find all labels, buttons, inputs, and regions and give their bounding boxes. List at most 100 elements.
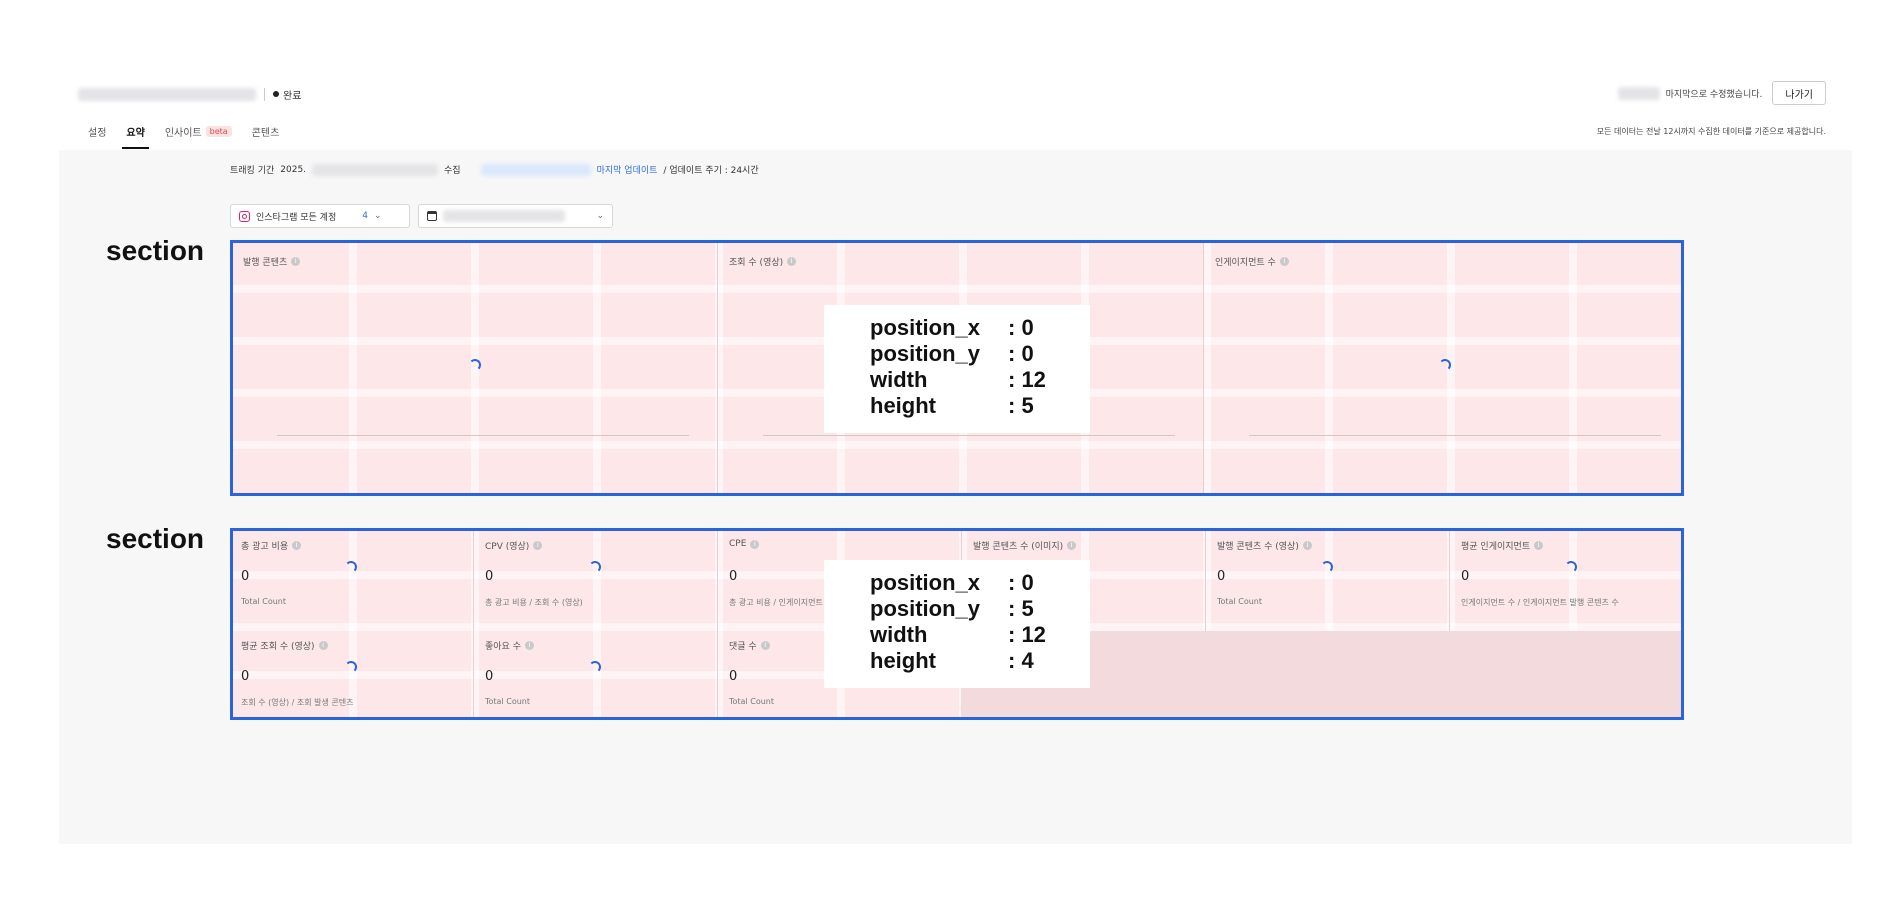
tracking-range-redacted xyxy=(312,163,439,176)
info-value: : 0 xyxy=(1008,570,1034,595)
status-dot-icon xyxy=(273,91,279,97)
tab-bar: 설정 요약 인사이트 beta 콘텐츠 xyxy=(78,120,289,149)
metric-title-text: 댓글 수 xyxy=(729,642,757,652)
card-title-text: 조회 수 (영상) xyxy=(729,258,784,268)
metric-subtext: Total Count xyxy=(1217,597,1262,606)
beta-badge: beta xyxy=(205,126,232,137)
filter-bar: 인스타그램 모든 계정 4 ⌄ ⌄ xyxy=(230,204,613,228)
card-divider xyxy=(717,243,718,493)
project-name-redacted xyxy=(78,87,256,101)
card-divider xyxy=(473,531,474,717)
calendar-icon xyxy=(427,211,437,221)
metric-title-text: 평균 조회 수 (영상) xyxy=(241,642,315,652)
info-icon[interactable]: i xyxy=(1279,257,1289,266)
info-value: : 5 xyxy=(1008,596,1034,621)
info-icon[interactable]: i xyxy=(318,641,328,650)
project-header: 완료 xyxy=(78,83,301,105)
header-actions: 마지막으로 수정했습니다. 나가기 xyxy=(1617,81,1826,105)
chart-baseline xyxy=(277,435,689,436)
metric-title-text: CPV (영상) xyxy=(485,542,530,552)
loading-spinner-icon xyxy=(589,661,601,673)
tab-insight[interactable]: 인사이트 beta xyxy=(155,120,242,149)
tab-label: 요약 xyxy=(126,128,145,139)
metric-title-ad-cost: 총 광고 비용 i xyxy=(241,539,302,552)
metric-title-avg-views: 평균 조회 수 (영상) i xyxy=(241,639,328,652)
info-value: : 0 xyxy=(1008,315,1034,340)
account-select[interactable]: 인스타그램 모든 계정 4 ⌄ xyxy=(230,204,410,228)
status-label: 완료 xyxy=(283,90,302,102)
update-time-redacted xyxy=(480,163,591,176)
account-select-label: 인스타그램 모든 계정 xyxy=(256,212,337,223)
info-value: : 0 xyxy=(1008,341,1034,366)
info-value: : 5 xyxy=(1008,393,1034,418)
info-icon[interactable]: i xyxy=(787,257,797,266)
status-indicator: 완료 xyxy=(273,87,301,102)
card-title-engagement: 인게이지먼트 수 i xyxy=(1215,255,1289,268)
last-modified-text: 마지막으로 수정했습니다. xyxy=(1665,89,1763,100)
layout-info-box-2: position_x: 0 position_y: 5 width: 12 he… xyxy=(824,560,1090,688)
info-key: width xyxy=(870,622,928,647)
chevron-down-icon: ⌄ xyxy=(373,211,382,221)
info-key: position_y xyxy=(870,341,981,366)
editor-name-redacted xyxy=(1617,86,1660,100)
metric-title-likes: 좋아요 수i xyxy=(485,639,534,652)
data-notice: 모든 데이터는 전날 12시까지 수집한 데이터를 기준으로 제공합니다. xyxy=(1596,127,1826,136)
grid-line xyxy=(233,441,1681,449)
metric-title-avg-engagement: 평균 인게이지먼트 i xyxy=(1461,539,1544,552)
info-icon[interactable]: i xyxy=(524,641,534,650)
update-cycle: / 업데이트 주기 : 24시간 xyxy=(663,166,759,176)
metric-subtext: 총 광고 비용 / 인게이지먼트 xyxy=(729,598,823,607)
card-title-text: 발행 콘텐츠 xyxy=(243,258,288,268)
metric-value: 0 xyxy=(241,569,250,584)
info-icon[interactable]: i xyxy=(1534,541,1544,550)
info-icon[interactable]: i xyxy=(533,541,543,550)
info-icon[interactable]: i xyxy=(760,641,770,650)
info-value: : 12 xyxy=(1008,367,1046,392)
tab-contents[interactable]: 콘텐츠 xyxy=(242,120,290,149)
info-icon[interactable]: i xyxy=(750,539,760,549)
loading-spinner-icon xyxy=(345,661,357,673)
instagram-icon xyxy=(239,210,250,222)
chart-baseline xyxy=(763,435,1175,436)
metric-value: 0 xyxy=(241,669,250,684)
tab-settings[interactable]: 설정 xyxy=(78,120,116,149)
metric-title-text: 평균 인게이지먼트 xyxy=(1461,542,1531,552)
metric-subtext: Total Count xyxy=(485,697,530,706)
info-icon[interactable]: i xyxy=(292,541,302,550)
tracking-collect: 수집 xyxy=(444,166,461,176)
metric-value: 0 xyxy=(1461,569,1470,584)
metric-title-text: 총 광고 비용 xyxy=(241,542,289,552)
exit-button[interactable]: 나가기 xyxy=(1772,81,1826,105)
metric-subtext: Total Count xyxy=(729,697,774,706)
grid-line xyxy=(1569,243,1577,493)
metric-title-comments: 댓글 수i xyxy=(729,639,770,652)
date-range-select[interactable]: ⌄ xyxy=(418,204,613,228)
tab-summary[interactable]: 요약 xyxy=(116,120,154,149)
loading-spinner-icon xyxy=(1439,359,1451,371)
grid-line xyxy=(593,243,601,493)
info-icon[interactable]: i xyxy=(1302,541,1312,550)
card-title-text: 인게이지먼트 수 xyxy=(1215,258,1276,268)
info-value: : 12 xyxy=(1008,622,1046,647)
card-divider xyxy=(717,531,718,717)
loading-spinner-icon xyxy=(469,359,481,371)
tab-label: 인사이트 xyxy=(164,128,202,139)
tab-label: 설정 xyxy=(88,128,107,139)
tracking-year: 2025. xyxy=(280,164,307,175)
info-icon[interactable]: i xyxy=(1067,541,1077,550)
tracking-label: 트래킹 기간 xyxy=(230,166,275,176)
date-range-redacted xyxy=(443,210,565,222)
metric-title-published-image: 발행 콘텐츠 수 (이미지) i xyxy=(973,539,1077,552)
page: { "header": { "status_label": "완료", "las… xyxy=(0,0,1904,907)
card-title-published: 발행 콘텐츠 i xyxy=(243,255,301,268)
info-key: height xyxy=(870,393,936,418)
info-value: : 4 xyxy=(1008,648,1034,673)
metric-title-text: CPE xyxy=(729,539,747,549)
loading-spinner-icon xyxy=(1565,561,1577,573)
card-title-views: 조회 수 (영상) i xyxy=(729,255,797,268)
loading-spinner-icon xyxy=(345,561,357,573)
metric-title-text: 발행 콘텐츠 수 (영상) xyxy=(1217,542,1299,552)
info-icon[interactable]: i xyxy=(291,257,301,266)
chart-baseline xyxy=(1249,435,1661,436)
metric-value: 0 xyxy=(485,569,494,584)
